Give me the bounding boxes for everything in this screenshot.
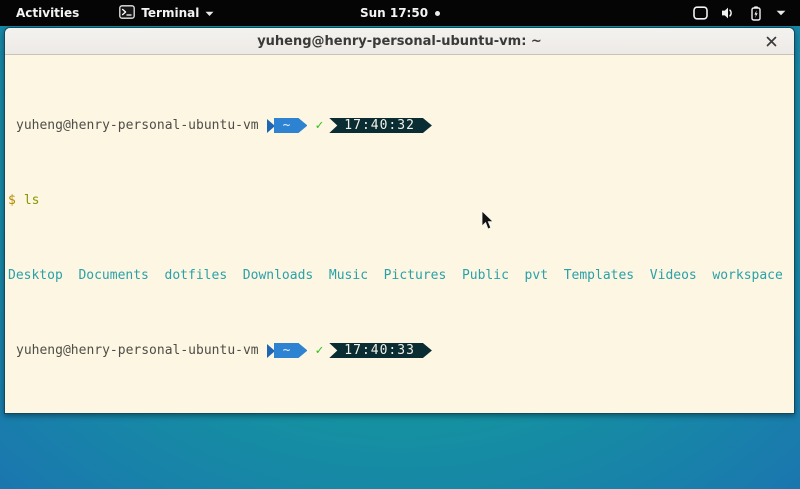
prompt-cwd-segment: ~	[267, 118, 308, 133]
terminal-output-line: Desktop Documents dotfiles Downloads Mus…	[8, 268, 792, 283]
success-check-icon: ✓	[315, 118, 323, 133]
display-icon[interactable]	[693, 6, 708, 20]
terminal-prompt-line: yuheng@henry-personal-ubuntu-vm ~ ✓ 17:4…	[8, 343, 792, 358]
volume-icon[interactable]	[721, 6, 736, 20]
prompt-cwd-segment: ~	[267, 343, 308, 358]
window-titlebar[interactable]: yuheng@henry-personal-ubuntu-vm: ~	[5, 28, 794, 55]
clock-button[interactable]: Sun 17:50	[360, 6, 440, 20]
terminal-screen[interactable]: yuheng@henry-personal-ubuntu-vm ~ ✓ 17:4…	[5, 55, 794, 414]
typed-command: ls	[24, 193, 40, 208]
terminal-command-line: $ ls	[8, 193, 792, 208]
app-menu-label: Terminal	[141, 6, 199, 20]
chevron-down-icon	[205, 6, 214, 20]
prompt-dollar: $	[8, 193, 16, 208]
terminal-window: yuheng@henry-personal-ubuntu-vm: ~ yuhen…	[4, 27, 795, 414]
prompt-username: yuheng@henry-personal-ubuntu-vm	[16, 118, 259, 133]
top-bar: Activities Terminal Sun 17:50	[0, 0, 800, 26]
close-button[interactable]	[759, 28, 783, 55]
close-icon	[766, 36, 777, 47]
battery-charging-icon[interactable]	[749, 6, 763, 21]
ls-output: Desktop Documents dotfiles Downloads Mus…	[8, 268, 783, 283]
cwd-badge: ~	[274, 343, 308, 358]
app-menu-terminal[interactable]: Terminal	[119, 5, 214, 22]
clock-label: Sun 17:50	[360, 6, 428, 20]
success-check-icon: ✓	[315, 343, 323, 358]
notification-dot-icon	[435, 11, 440, 16]
time-badge: 17:40:33	[329, 343, 432, 358]
window-title: yuheng@henry-personal-ubuntu-vm: ~	[257, 34, 542, 49]
cwd-badge: ~	[274, 118, 308, 133]
terminal-app-icon	[119, 5, 135, 22]
activities-button[interactable]: Activities	[12, 6, 83, 20]
terminal-prompt-line: yuheng@henry-personal-ubuntu-vm ~ ✓ 17:4…	[8, 118, 792, 133]
powerline-arrow-icon	[267, 119, 275, 133]
prompt-username: yuheng@henry-personal-ubuntu-vm	[16, 343, 259, 358]
system-status-tray[interactable]	[693, 0, 800, 26]
chevron-down-icon[interactable]	[776, 10, 786, 16]
powerline-arrow-icon	[267, 344, 275, 358]
time-badge: 17:40:32	[329, 118, 432, 133]
top-bar-left: Activities Terminal	[0, 5, 214, 22]
